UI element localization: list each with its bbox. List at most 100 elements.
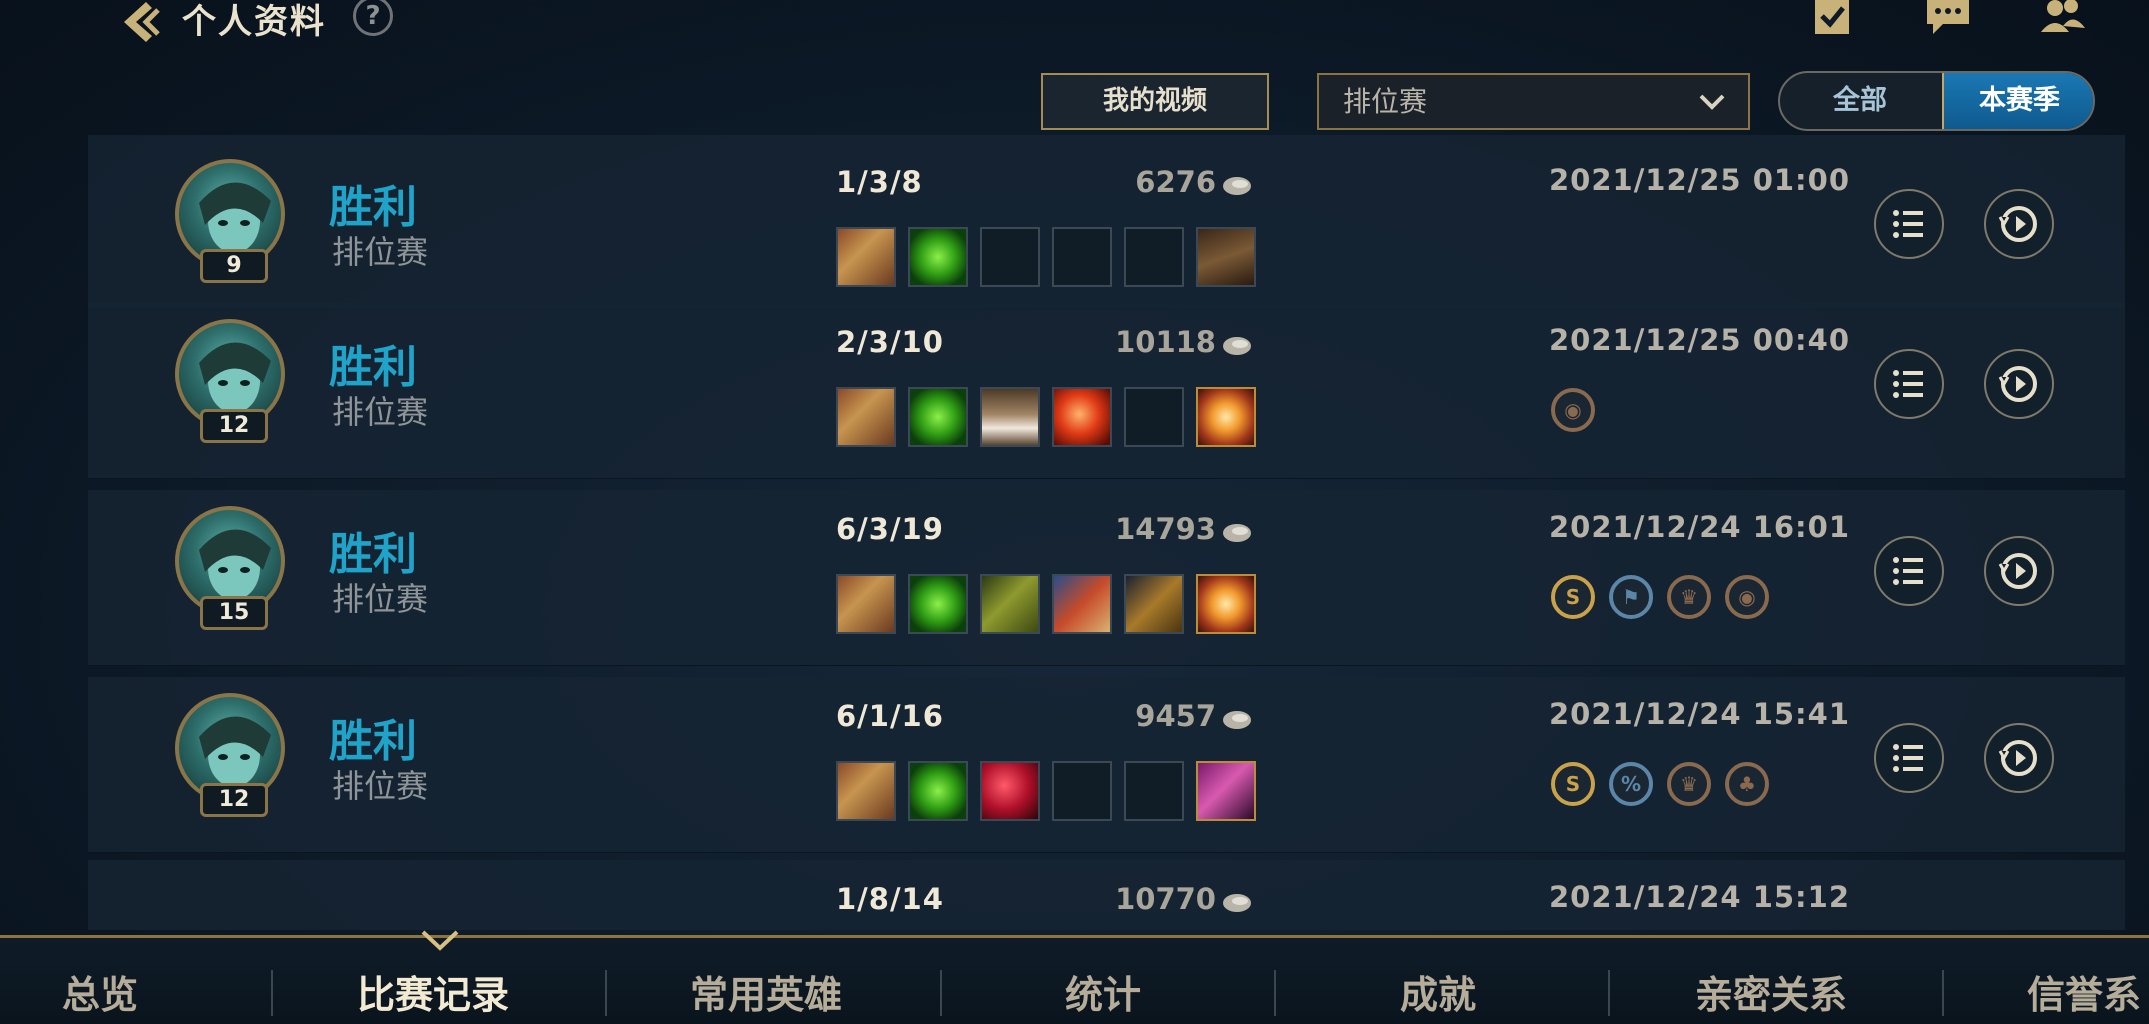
toggle-all-option[interactable]: 全部	[1780, 73, 1940, 129]
season-toggle[interactable]: 全部 本赛季	[1778, 71, 2095, 131]
svg-text:%: %	[1621, 772, 1641, 796]
green-item-icon[interactable]	[908, 227, 968, 287]
match-date: 2021/12/24 15:12	[1549, 880, 1851, 914]
ward-badge-icon: ◉	[1551, 388, 1595, 432]
tab-item[interactable]: 统计	[1065, 964, 1141, 1019]
match-details-button[interactable]	[1874, 349, 1944, 419]
gold-coin-icon	[1223, 177, 1251, 195]
queue-select-value: 排位赛	[1343, 85, 1428, 118]
gold-amount: 10770	[1115, 882, 1216, 916]
empty-item-slot[interactable]	[1124, 761, 1184, 821]
empty-item-slot[interactable]	[1124, 227, 1184, 287]
champion-level: 15	[200, 596, 268, 630]
green-item-icon[interactable]	[908, 387, 968, 447]
match-mode: 排位赛	[332, 393, 429, 431]
tab-divider	[271, 970, 273, 1016]
gauntlet-item-icon[interactable]	[836, 761, 896, 821]
svg-text:♛: ♛	[1680, 585, 1698, 609]
tab-item[interactable]: 信誉系	[2027, 964, 2141, 1019]
tab-bar: 总览 比赛记录 常用英雄 统计 成就 亲密关系 信誉系	[0, 935, 2149, 1024]
toggle-season-option[interactable]: 本赛季	[1942, 73, 2093, 129]
champion-level: 9	[200, 249, 268, 283]
boots-item-icon[interactable]	[1196, 227, 1256, 287]
kda-text: 1/8/14	[836, 882, 944, 916]
s-rank-badge-icon: S	[1551, 762, 1595, 806]
active-tab-marker-icon	[421, 930, 459, 951]
ward-badge-icon: ◉	[1725, 575, 1769, 619]
match-row[interactable]: 12 胜利 排位赛 2/3/10 10118 2021/12/25 00:40 ◉	[88, 303, 2125, 479]
page-title: 个人资料	[182, 2, 326, 42]
gauntlet-item-icon[interactable]	[836, 574, 896, 634]
kda-text: 1/3/8	[836, 165, 923, 199]
tab-item[interactable]: 常用英雄	[690, 964, 842, 1019]
match-result: 胜利	[329, 342, 417, 393]
replay-button[interactable]	[1984, 536, 2054, 606]
gauntlet-item-icon[interactable]	[836, 227, 896, 287]
match-row[interactable]: 1/8/14 10770 2021/12/24 15:12	[88, 860, 2125, 930]
empty-item-slot[interactable]	[1052, 761, 1112, 821]
replay-button[interactable]	[1984, 189, 2054, 259]
star-item-icon[interactable]	[1196, 387, 1256, 447]
svg-text:◉: ◉	[1738, 585, 1755, 609]
s-rank-badge-icon: S	[1551, 575, 1595, 619]
olive-item-icon[interactable]	[980, 574, 1040, 634]
match-row[interactable]: 9 胜利 排位赛 1/3/8 6276 2021/12/25 01:00	[88, 135, 2125, 309]
gold-amount: 6276	[1135, 165, 1216, 199]
tab-divider	[605, 970, 607, 1016]
green-item-icon[interactable]	[908, 761, 968, 821]
match-result: 胜利	[329, 182, 417, 233]
crown-badge-icon: ♛	[1667, 575, 1711, 619]
svg-text:⚑: ⚑	[1622, 585, 1640, 609]
match-row[interactable]: 12 胜利 排位赛 6/1/16 9457 2021/12/24 15:41 S% ♛ ♣	[88, 677, 2125, 853]
tab-item[interactable]: 比赛记录	[357, 964, 509, 1019]
svg-text:S: S	[1566, 585, 1580, 609]
crimson-item-icon[interactable]	[980, 761, 1040, 821]
tab-divider	[1608, 970, 1610, 1016]
tab-item[interactable]: 亲密关系	[1695, 964, 1847, 1019]
chat-icon[interactable]	[1923, 0, 1973, 36]
queue-type-select[interactable]: 排位赛	[1317, 73, 1750, 130]
purple-item-icon[interactable]	[1196, 761, 1256, 821]
list-icon	[1893, 744, 1923, 772]
match-result: 胜利	[329, 529, 417, 580]
crown-badge-icon: ♛	[1667, 762, 1711, 806]
empty-item-slot[interactable]	[1124, 387, 1184, 447]
svg-text:◉: ◉	[1564, 398, 1581, 422]
replay-button[interactable]	[1984, 723, 2054, 793]
empty-item-slot[interactable]	[1052, 227, 1112, 287]
armor-item-icon[interactable]	[1052, 574, 1112, 634]
gauntlet-item-icon[interactable]	[836, 387, 896, 447]
match-details-button[interactable]	[1874, 723, 1944, 793]
belt-item-icon[interactable]	[980, 387, 1040, 447]
gold-coin-icon	[1223, 337, 1251, 355]
svg-text:♛: ♛	[1680, 772, 1698, 796]
match-mode: 排位赛	[332, 767, 429, 805]
match-details-button[interactable]	[1874, 189, 1944, 259]
empty-item-slot[interactable]	[980, 227, 1040, 287]
tab-item[interactable]: 成就	[1400, 964, 1476, 1019]
back-arrow-icon[interactable]	[112, 0, 168, 44]
match-mode: 排位赛	[332, 580, 429, 618]
my-videos-button[interactable]: 我的视频	[1041, 73, 1269, 130]
match-list[interactable]: 9 胜利 排位赛 1/3/8 6276 2021/12/25 01:00 12 胜利 排位赛 2/…	[88, 135, 2125, 930]
kda-text: 6/1/16	[836, 699, 944, 733]
green-item-icon[interactable]	[908, 574, 968, 634]
star-item-icon[interactable]	[1196, 574, 1256, 634]
tab-item[interactable]: 总览	[62, 964, 138, 1019]
match-row[interactable]: 15 胜利 排位赛 6/3/19 14793 2021/12/24 16:01 S ⚑ ♛ ◉	[88, 490, 2125, 666]
chevron-down-icon	[1699, 94, 1725, 110]
task-checklist-icon[interactable]	[1807, 0, 1857, 36]
match-date: 2021/12/24 16:01	[1549, 510, 1851, 544]
match-date: 2021/12/25 00:40	[1549, 323, 1851, 357]
replay-button[interactable]	[1984, 349, 2054, 419]
red-item-icon[interactable]	[1052, 387, 1112, 447]
friends-icon[interactable]	[2037, 0, 2087, 36]
gold-coin-icon	[1223, 524, 1251, 542]
match-details-button[interactable]	[1874, 536, 1944, 606]
gold-coin-icon	[1223, 894, 1251, 912]
gold-item-icon[interactable]	[1124, 574, 1184, 634]
help-icon[interactable]: ?	[353, 0, 393, 36]
list-icon	[1893, 557, 1923, 585]
clover-badge-icon: ♣	[1725, 762, 1769, 806]
replay-icon	[1998, 206, 2037, 242]
